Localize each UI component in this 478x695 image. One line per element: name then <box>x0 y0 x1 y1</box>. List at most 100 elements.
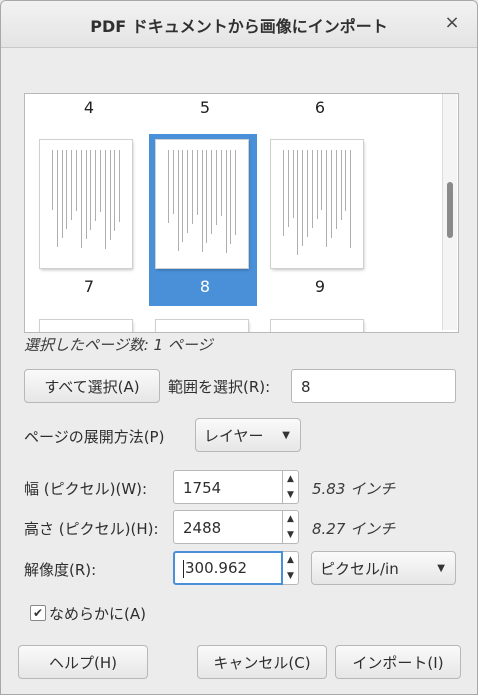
selected-page-count: 選択したページ数: 1 ページ <box>24 336 213 354</box>
text-line <box>331 150 332 238</box>
text-line <box>316 150 318 219</box>
width-input[interactable]: 1754 <box>173 470 283 504</box>
decrement-icon[interactable]: ▼ <box>283 568 298 584</box>
import-pdf-dialog: PDF ドキュメントから画像にインポート × 4 5 6 7 8 9 選択したペ… <box>0 0 478 695</box>
text-line <box>292 150 294 218</box>
text-line <box>225 150 227 253</box>
page-thumbnail-next-row[interactable] <box>156 320 248 332</box>
resolution-value: 300.962 <box>185 559 248 577</box>
scrollbar-thumb[interactable] <box>447 182 453 238</box>
range-label: 範囲を選択(R): <box>168 378 271 396</box>
text-line <box>192 150 193 224</box>
text-line <box>311 150 313 228</box>
text-line <box>287 150 289 227</box>
text-line <box>168 150 169 223</box>
text-line <box>61 150 63 238</box>
page-text-lines <box>281 150 353 256</box>
increment-icon[interactable]: ▲ <box>283 471 298 487</box>
antialias-checkbox[interactable]: ✔ <box>30 605 46 621</box>
text-line <box>172 150 174 214</box>
help-button[interactable]: ヘルプ(H) <box>18 645 148 679</box>
text-caret <box>183 559 184 578</box>
increment-icon[interactable]: ▲ <box>283 552 298 568</box>
text-line <box>321 150 323 210</box>
page-text-lines <box>50 150 122 256</box>
page-range-input[interactable]: 8 <box>291 369 456 403</box>
resolution-unit-value: ピクセル/in <box>320 560 399 578</box>
chevron-down-icon: ▼ <box>437 563 445 574</box>
decrement-icon[interactable]: ▼ <box>283 487 298 503</box>
open-pages-as-dropdown[interactable]: レイヤー ▼ <box>195 418 301 452</box>
width-inches: 5.83 インチ <box>312 480 396 498</box>
text-line <box>90 150 92 230</box>
page-thumbnails[interactable]: 4 5 6 7 8 9 <box>24 93 459 333</box>
text-line <box>71 150 73 220</box>
height-spinner[interactable]: ▲ ▼ <box>283 510 299 544</box>
text-line <box>100 150 101 212</box>
import-button[interactable]: インポート(I) <box>335 645 461 679</box>
height-inches: 8.27 インチ <box>312 520 396 538</box>
text-line <box>109 150 111 240</box>
text-line <box>177 150 179 251</box>
text-line <box>220 150 222 216</box>
text-line <box>76 150 77 211</box>
height-label: 高さ (ピクセル)(H): <box>24 520 159 538</box>
width-label: 幅 (ピクセル)(W): <box>24 480 148 498</box>
dialog-title: PDF ドキュメントから画像にインポート <box>90 17 388 36</box>
resolution-input[interactable]: 300.962 <box>173 551 283 585</box>
page-thumbnail-8[interactable] <box>156 140 248 268</box>
open-pages-as-label: ページの展開方法(P) <box>24 428 165 446</box>
text-line <box>302 150 304 246</box>
text-line <box>216 150 217 225</box>
text-line <box>182 150 184 242</box>
page-text-lines <box>166 150 238 256</box>
text-line <box>196 150 198 215</box>
page-number-9: 9 <box>314 277 326 296</box>
page-thumbnail-next-row[interactable] <box>271 320 363 332</box>
height-input[interactable]: 2488 <box>173 510 283 544</box>
resolution-unit-dropdown[interactable]: ピクセル/in ▼ <box>311 551 456 585</box>
close-icon[interactable]: × <box>441 12 463 34</box>
text-line <box>56 150 58 247</box>
text-line <box>104 150 106 249</box>
text-line <box>80 150 82 248</box>
page-number-4: 4 <box>83 98 95 117</box>
text-line <box>95 150 97 221</box>
text-line <box>340 150 342 220</box>
text-line <box>211 150 213 234</box>
text-line <box>235 150 237 235</box>
text-line <box>335 150 337 229</box>
cancel-button[interactable]: キャンセル(C) <box>197 645 327 679</box>
select-all-button[interactable]: すべて選択(A) <box>24 369 160 403</box>
page-thumbnail-next-row[interactable] <box>40 320 132 332</box>
text-line <box>114 150 116 231</box>
resolution-label: 解像度(R): <box>24 561 97 579</box>
width-spinner[interactable]: ▲ ▼ <box>283 470 299 504</box>
chevron-down-icon: ▼ <box>282 430 290 441</box>
title-bar: PDF ドキュメントから画像にインポート × <box>1 1 477 48</box>
increment-icon[interactable]: ▲ <box>283 511 298 527</box>
open-pages-as-value: レイヤー <box>204 427 264 445</box>
text-line <box>345 150 347 211</box>
text-line <box>350 150 352 248</box>
page-number-8: 8 <box>199 277 211 296</box>
text-line <box>297 150 299 255</box>
text-line <box>307 150 308 237</box>
text-line <box>85 150 87 239</box>
decrement-icon[interactable]: ▼ <box>283 527 298 543</box>
resolution-spinner[interactable]: ▲ ▼ <box>283 551 299 585</box>
text-line <box>66 150 68 229</box>
page-thumbnail-7[interactable] <box>40 140 132 268</box>
text-line <box>326 150 328 247</box>
page-thumbnail-9[interactable] <box>271 140 363 268</box>
text-line <box>201 150 203 252</box>
page-number-6: 6 <box>314 98 326 117</box>
text-line <box>230 150 232 244</box>
thumbnails-scrollbar[interactable] <box>442 94 457 330</box>
page-number-7: 7 <box>83 277 95 296</box>
text-line <box>206 150 208 243</box>
antialias-label[interactable]: なめらかに(A) <box>49 603 146 624</box>
text-line <box>119 150 121 222</box>
text-line <box>283 150 284 236</box>
text-line <box>52 150 53 210</box>
